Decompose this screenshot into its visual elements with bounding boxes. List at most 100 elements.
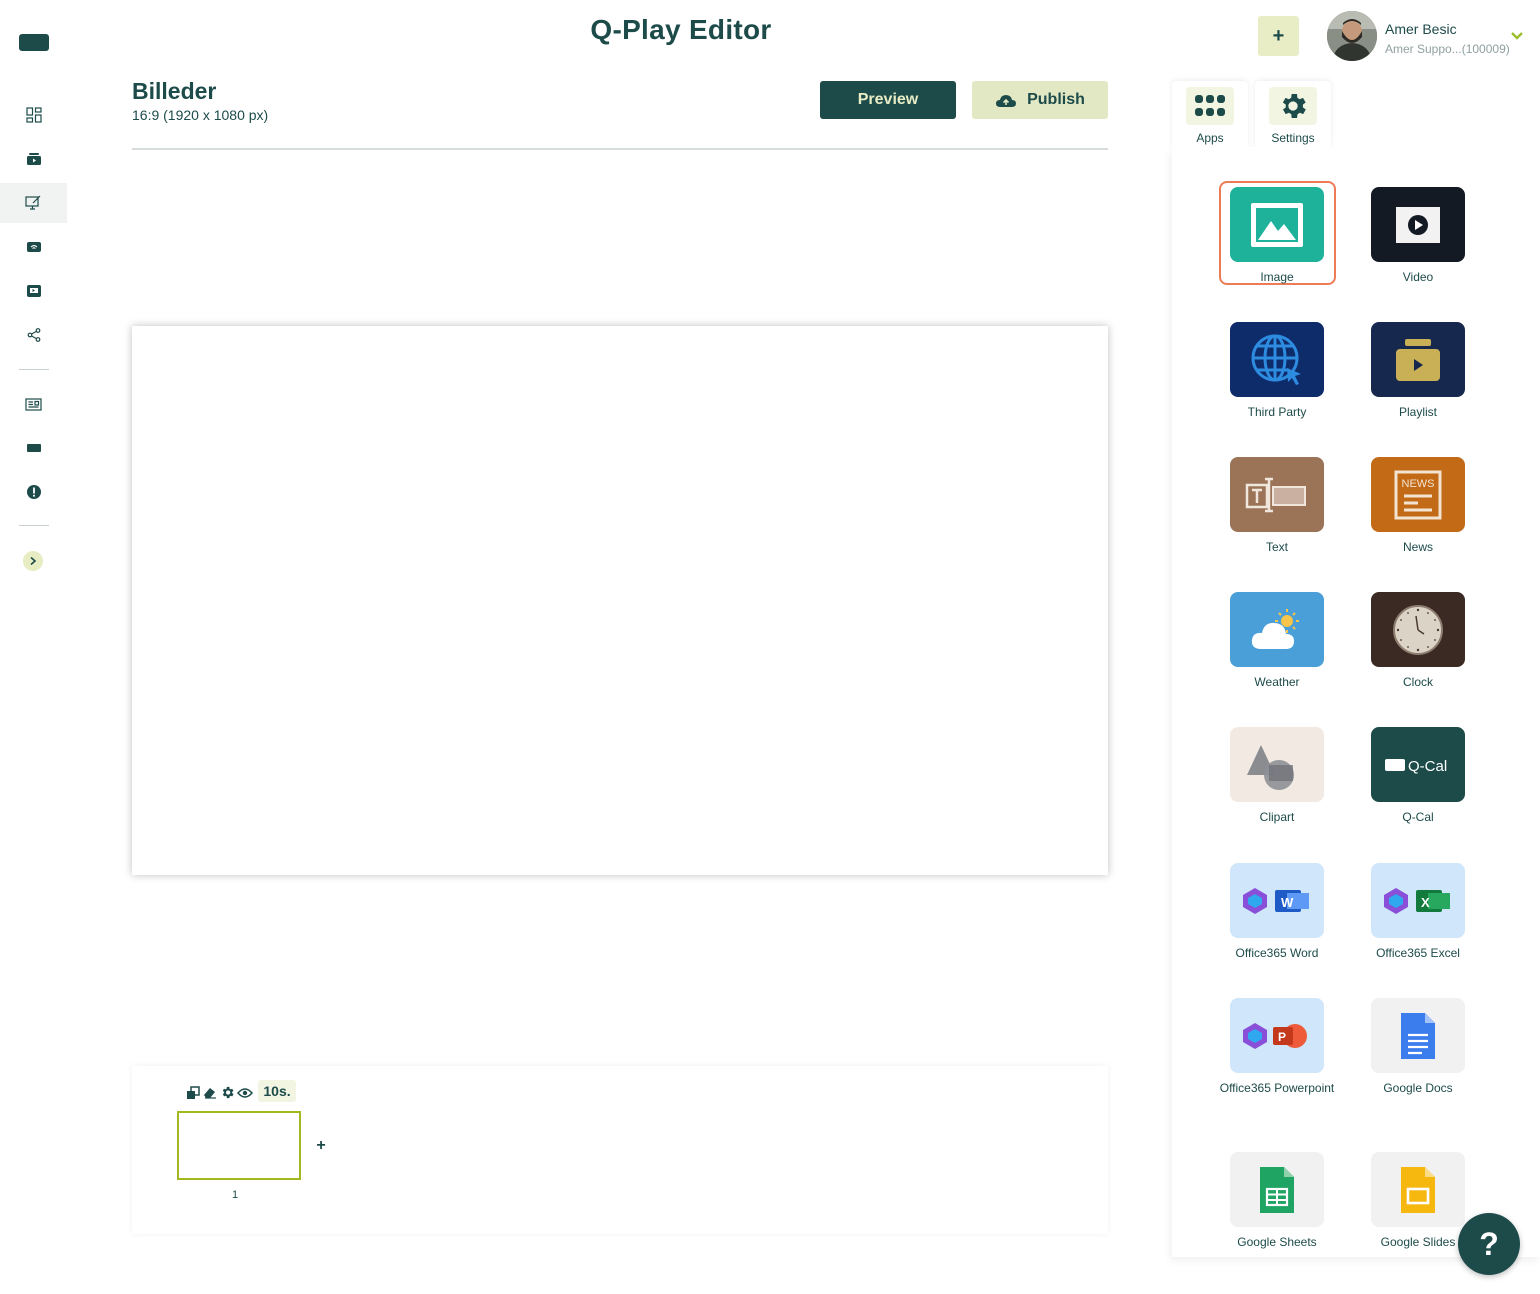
- slide-timeline: 10s. + 1: [132, 1066, 1108, 1234]
- sidebar-divider: [19, 369, 49, 370]
- newspaper-icon: [25, 397, 42, 411]
- svg-text:NEWS: NEWS: [1402, 478, 1435, 490]
- app-label: Clock: [1402, 675, 1433, 689]
- svg-text:P: P: [1278, 1030, 1286, 1044]
- office-powerpoint-icon: P: [1230, 998, 1324, 1073]
- office-excel-icon: X: [1371, 863, 1465, 938]
- app-office365-powerpoint[interactable]: P Office365 Powerpoint: [1217, 998, 1337, 1098]
- sidebar-item-screens[interactable]: [0, 227, 67, 267]
- qcal-icon: Q-Cal: [1371, 727, 1465, 802]
- slide-duration[interactable]: 10s.: [258, 1080, 296, 1102]
- resolution-label: 16:9 (1920 x 1080 px): [132, 107, 269, 123]
- slide-toolbar: [186, 1085, 253, 1100]
- app-label: Image: [1260, 270, 1294, 284]
- sidebar: [0, 0, 67, 1294]
- sidebar-item-alerts[interactable]: [0, 472, 67, 512]
- display-icon: [26, 444, 41, 452]
- gear-icon: [1269, 87, 1317, 125]
- tab-apps[interactable]: Apps: [1172, 81, 1248, 147]
- app-image[interactable]: Image: [1217, 187, 1337, 287]
- screens-icon: [26, 242, 41, 252]
- publish-label: Publish: [1027, 91, 1085, 108]
- app-weather[interactable]: Weather: [1217, 592, 1337, 692]
- globe-icon: [1230, 322, 1324, 397]
- logo-icon[interactable]: [19, 34, 49, 51]
- apps-grid-icon: [1186, 87, 1234, 125]
- sidebar-item-channels[interactable]: [0, 271, 67, 311]
- dashboard-icon: [25, 107, 42, 123]
- sidebar-divider: [19, 525, 49, 526]
- app-google-docs[interactable]: Google Docs: [1358, 998, 1478, 1098]
- sidebar-expand-button[interactable]: [23, 551, 43, 571]
- user-account: Amer Suppo...(100009): [1385, 42, 1510, 56]
- weather-icon: [1230, 592, 1324, 667]
- user-name: Amer Besic: [1385, 21, 1457, 37]
- google-sheets-icon: [1230, 1152, 1324, 1227]
- add-button[interactable]: +: [1258, 16, 1299, 56]
- alert-icon: [26, 485, 41, 499]
- google-docs-icon: [1371, 998, 1465, 1073]
- media-icon: [26, 153, 41, 165]
- eye-icon[interactable]: [237, 1087, 253, 1099]
- app-news[interactable]: NEWS News: [1358, 457, 1478, 557]
- app-third-party[interactable]: Third Party: [1217, 322, 1337, 422]
- help-button[interactable]: ?: [1458, 1213, 1520, 1275]
- svg-text:X: X: [1421, 895, 1430, 910]
- app-label: Office365 Excel: [1376, 946, 1460, 960]
- app-label: Office365 Powerpoint: [1219, 1081, 1335, 1095]
- duplicate-icon[interactable]: [186, 1085, 200, 1100]
- cloud-upload-icon: [996, 94, 1017, 107]
- eraser-icon[interactable]: [202, 1086, 218, 1100]
- svg-text:W: W: [1281, 895, 1294, 910]
- app-playlist[interactable]: Playlist: [1358, 322, 1478, 422]
- sidebar-item-editor[interactable]: [0, 183, 67, 223]
- editor-canvas[interactable]: [132, 326, 1108, 875]
- app-title: Q-Play Editor: [590, 14, 772, 45]
- chevron-right-icon: [30, 556, 37, 566]
- app-video[interactable]: Video: [1358, 187, 1478, 287]
- app-label: Google Sheets: [1237, 1235, 1317, 1249]
- sidebar-item-dashboard[interactable]: [0, 95, 67, 135]
- app-label: Q-Cal: [1402, 810, 1434, 824]
- image-icon: [1230, 187, 1324, 262]
- app-label: Text: [1265, 540, 1288, 554]
- sidebar-item-display[interactable]: [0, 428, 67, 468]
- app-text[interactable]: Text: [1217, 457, 1337, 557]
- slide-thumbnail[interactable]: [177, 1111, 301, 1180]
- app-label: Video: [1402, 270, 1434, 284]
- clipart-icon: [1230, 727, 1324, 802]
- gear-icon[interactable]: [220, 1085, 235, 1100]
- app-q-cal[interactable]: Q-Cal Q-Cal: [1358, 727, 1478, 827]
- editor-icon: [25, 195, 41, 210]
- app-label: Clipart: [1259, 810, 1295, 824]
- sidebar-item-media[interactable]: [0, 139, 67, 179]
- sidebar-item-share[interactable]: [0, 315, 67, 355]
- share-icon: [27, 328, 40, 342]
- tab-settings-label: Settings: [1271, 131, 1315, 145]
- heading-divider: [132, 148, 1108, 150]
- app-label: Office365 Word: [1235, 946, 1319, 960]
- google-slides-icon: [1371, 1152, 1465, 1227]
- app-office365-word[interactable]: W Office365 Word: [1217, 863, 1337, 963]
- app-label: News: [1402, 540, 1433, 554]
- clock-icon: [1371, 592, 1465, 667]
- slide-number: 1: [232, 1189, 239, 1201]
- avatar[interactable]: [1327, 11, 1377, 61]
- app-clipart[interactable]: Clipart: [1217, 727, 1337, 827]
- app-clock[interactable]: Clock: [1358, 592, 1478, 692]
- app-label: Weather: [1254, 675, 1300, 689]
- playlist-icon: [1371, 322, 1465, 397]
- app-office365-excel[interactable]: X Office365 Excel: [1358, 863, 1478, 963]
- tab-settings[interactable]: Settings: [1255, 81, 1331, 147]
- news-icon: NEWS: [1371, 457, 1465, 532]
- sidebar-item-news[interactable]: [0, 384, 67, 424]
- video-icon: [1371, 187, 1465, 262]
- app-google-sheets[interactable]: Google Sheets: [1217, 1152, 1337, 1252]
- preview-button[interactable]: Preview: [820, 81, 956, 119]
- channels-icon: [26, 285, 41, 297]
- text-icon: [1230, 457, 1324, 532]
- page-title: Billeder: [132, 78, 217, 104]
- chevron-down-icon[interactable]: [1510, 28, 1524, 46]
- add-slide-button[interactable]: +: [313, 1137, 329, 1154]
- publish-button[interactable]: Publish: [972, 81, 1108, 119]
